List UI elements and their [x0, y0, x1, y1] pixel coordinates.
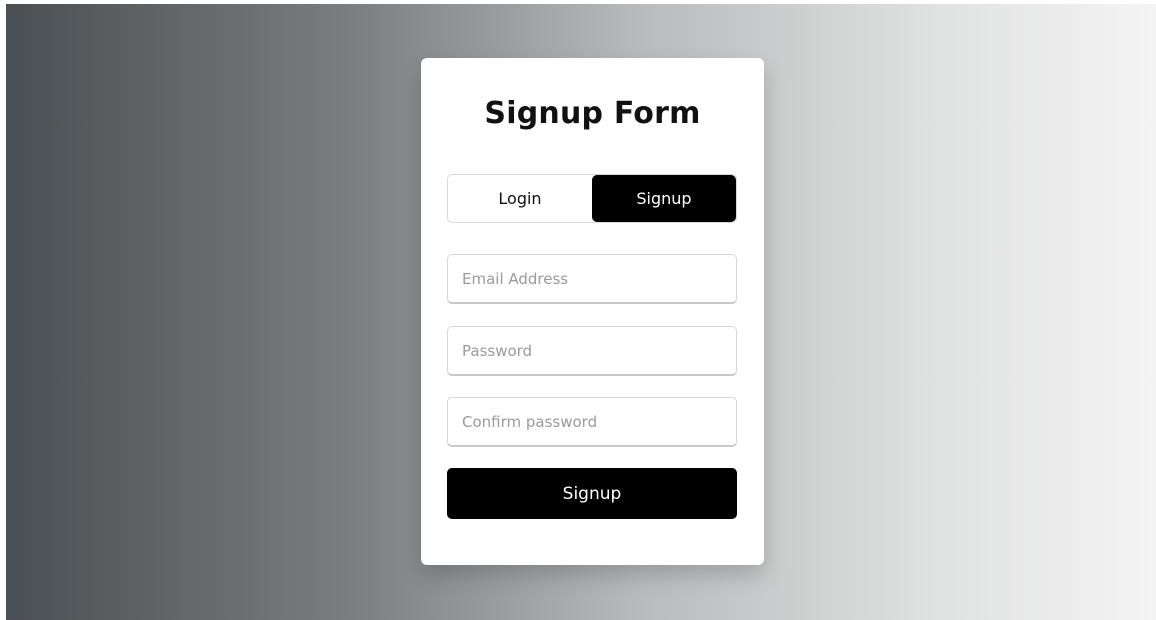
tab-signup[interactable]: Signup	[592, 175, 736, 222]
password-field[interactable]	[447, 326, 737, 376]
auth-tab-switcher: Login Signup	[447, 174, 737, 223]
signup-card: Signup Form Login Signup Signup	[421, 58, 764, 565]
form-title: Signup Form	[484, 96, 701, 131]
tab-login[interactable]: Login	[448, 175, 592, 222]
page-background: Signup Form Login Signup Signup	[6, 4, 1156, 620]
email-field[interactable]	[447, 254, 737, 304]
confirm-password-field[interactable]	[447, 397, 737, 447]
signup-button[interactable]: Signup	[447, 468, 737, 519]
